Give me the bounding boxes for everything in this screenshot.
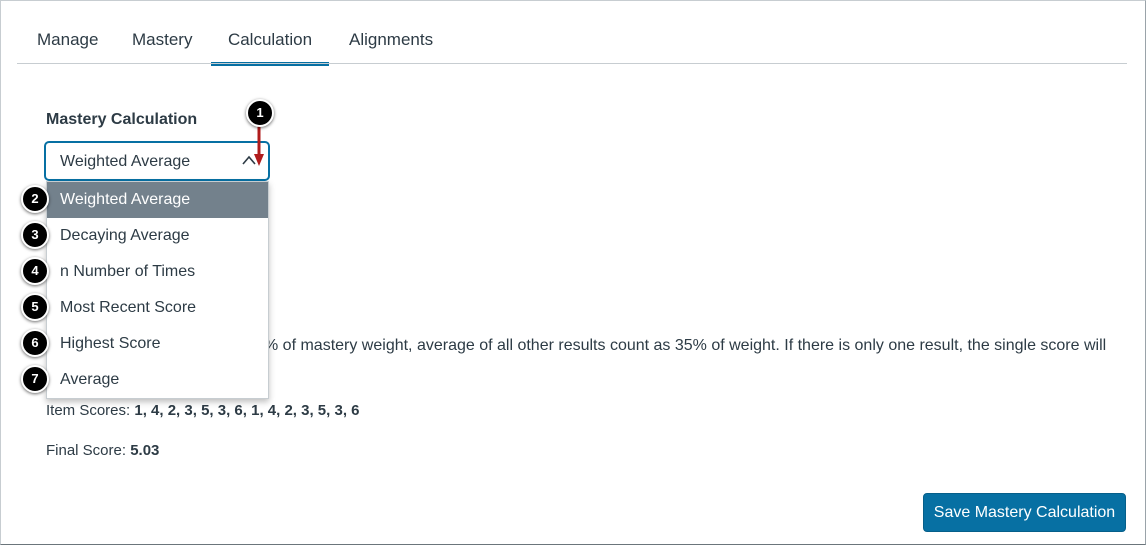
- option-label: Most Recent Score: [60, 299, 197, 316]
- callout-7: 7: [21, 365, 49, 393]
- option-label: n Number of Times: [60, 263, 196, 280]
- option-decaying-average[interactable]: Decaying Average: [47, 218, 268, 254]
- mastery-calculation-dropdown: Weighted Average Decaying Average n Numb…: [46, 181, 269, 399]
- page-frame: Manage Mastery Calculation Alignments Ma…: [0, 0, 1146, 545]
- option-weighted-average[interactable]: Weighted Average: [47, 182, 268, 218]
- item-scores: Item Scores: 1, 4, 2, 3, 5, 3, 6, 1, 4, …: [46, 402, 360, 419]
- select-value: Weighted Average: [60, 153, 191, 170]
- arrow-down-icon: [254, 126, 264, 166]
- callout-6: 6: [21, 329, 49, 357]
- item-scores-label: Item Scores:: [46, 402, 135, 419]
- callout-4: 4: [21, 257, 49, 285]
- tab-bar: Manage Mastery Calculation Alignments: [17, 1, 463, 66]
- item-scores-value: 1, 4, 2, 3, 5, 3, 6, 1, 4, 2, 3, 5, 3, 6: [134, 402, 360, 419]
- callout-2: 2: [21, 185, 49, 213]
- callout-5: 5: [21, 293, 49, 321]
- option-n-number-of-times[interactable]: n Number of Times: [47, 254, 268, 290]
- tab-alignments[interactable]: Alignments: [349, 28, 433, 64]
- final-score-value: 5.03: [130, 442, 160, 459]
- option-average[interactable]: Average: [47, 362, 268, 398]
- tab-manage[interactable]: Manage: [37, 28, 98, 64]
- mastery-calculation-label: Mastery Calculation: [46, 111, 198, 128]
- final-score: Final Score: 5.03: [46, 442, 159, 459]
- tab-divider: [17, 63, 1127, 64]
- option-label: Weighted Average: [60, 191, 191, 208]
- final-score-label: Final Score:: [46, 442, 131, 459]
- tab-mastery[interactable]: Mastery: [132, 28, 192, 64]
- tab-calculation[interactable]: Calculation: [211, 28, 329, 66]
- callout-3: 3: [21, 221, 49, 249]
- mastery-calculation-select[interactable]: Weighted Average: [44, 141, 270, 181]
- calculation-description: % of mastery weight, average of all othe…: [264, 337, 1107, 354]
- option-label: Average: [60, 371, 120, 388]
- option-highest-score[interactable]: Highest Score: [47, 326, 268, 362]
- option-label: Highest Score: [60, 335, 161, 352]
- option-most-recent-score[interactable]: Most Recent Score: [47, 290, 268, 326]
- save-mastery-calculation-button[interactable]: Save Mastery Calculation: [923, 493, 1126, 532]
- callout-1: 1: [246, 99, 274, 127]
- option-label: Decaying Average: [60, 227, 190, 244]
